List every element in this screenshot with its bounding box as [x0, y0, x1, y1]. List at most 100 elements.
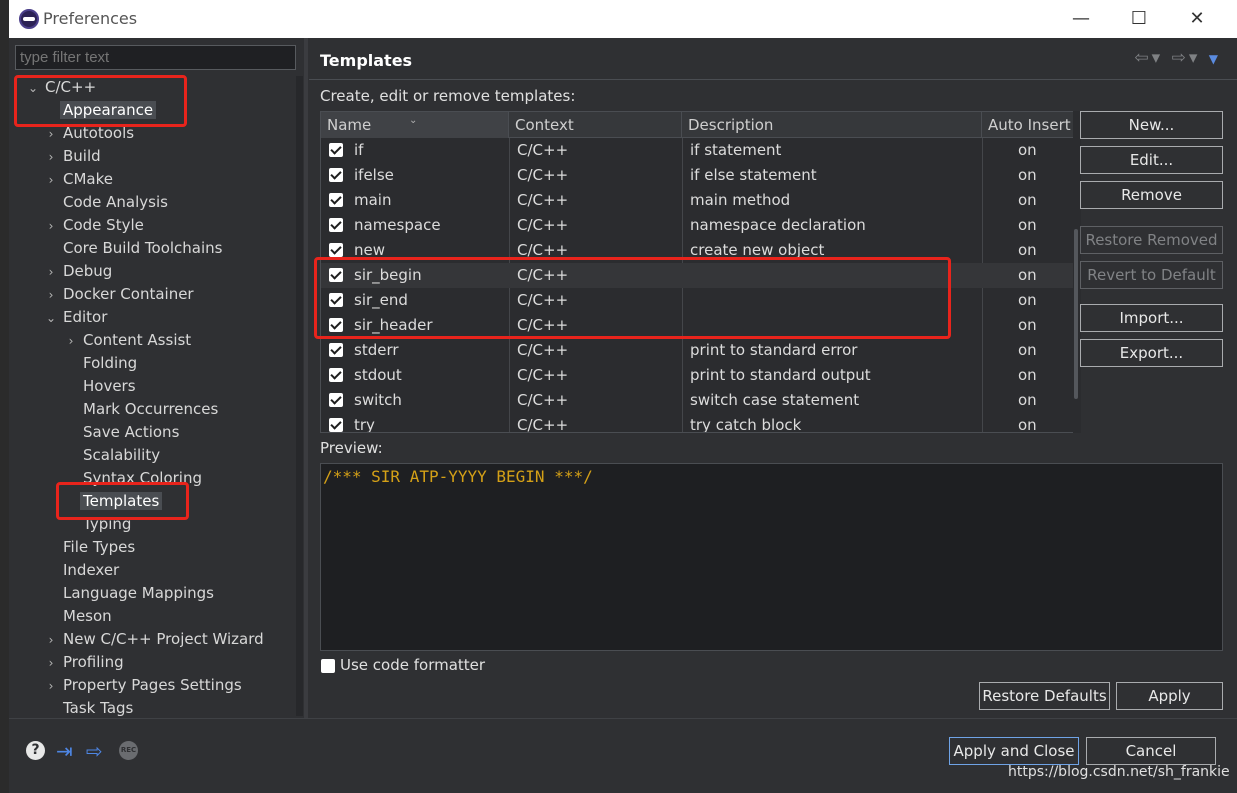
- table-row[interactable]: if C/C++ if statement on: [321, 138, 1073, 163]
- tree-item-cpp[interactable]: ⌄ C/C++: [24, 76, 99, 99]
- tree-item-cmake[interactable]: › CMake: [42, 168, 116, 191]
- chevron-right-icon[interactable]: ›: [42, 675, 60, 698]
- export-button[interactable]: Export...: [1080, 339, 1223, 367]
- minimize-button[interactable]: —: [1061, 6, 1101, 32]
- preview-pane[interactable]: /*** SIR ATP-YYYY BEGIN ***/: [320, 463, 1223, 651]
- record-icon[interactable]: REC: [119, 741, 138, 760]
- export-preferences-icon[interactable]: ⇨: [86, 741, 108, 761]
- tree-item-appearance[interactable]: Appearance: [60, 99, 157, 122]
- tree-item-profiling[interactable]: › Profiling: [42, 651, 127, 674]
- chevron-down-icon[interactable]: ⌄: [42, 307, 60, 330]
- tree-item-mark-occurrences[interactable]: Mark Occurrences: [80, 398, 221, 421]
- tree-item-code-analysis[interactable]: Code Analysis: [60, 191, 171, 214]
- tree-item-docker-container[interactable]: › Docker Container: [42, 283, 197, 306]
- edit-button[interactable]: Edit...: [1080, 146, 1223, 174]
- tree-item-templates[interactable]: Templates: [80, 490, 163, 513]
- enabled-checkbox[interactable]: [329, 293, 343, 307]
- chevron-right-icon[interactable]: ›: [42, 169, 60, 192]
- preferences-window: Preferences — ☐ ✕ ⌄C/C++ Appearance ›Aut…: [9, 0, 1237, 793]
- chevron-right-icon[interactable]: ›: [42, 146, 60, 169]
- tree-item-task-tags[interactable]: Task Tags: [60, 697, 136, 716]
- enabled-checkbox[interactable]: [329, 268, 343, 282]
- enabled-checkbox[interactable]: [329, 143, 343, 157]
- table-row[interactable]: stderr C/C++ print to standard error on: [321, 338, 1073, 363]
- tree-item-save-actions[interactable]: Save Actions: [80, 421, 182, 444]
- chevron-right-icon[interactable]: ›: [62, 330, 80, 353]
- chevron-right-icon[interactable]: ›: [42, 629, 60, 652]
- apply-button[interactable]: Apply: [1116, 682, 1223, 710]
- table-row[interactable]: new C/C++ create new object on: [321, 238, 1073, 263]
- tree-scrollbar[interactable]: [296, 76, 303, 716]
- chevron-right-icon[interactable]: ›: [42, 284, 60, 307]
- chevron-right-icon[interactable]: ›: [42, 215, 60, 238]
- table-scroll-thumb[interactable]: [1074, 229, 1078, 399]
- tree-item-build[interactable]: › Build: [42, 145, 104, 168]
- column-header-context[interactable]: Context: [509, 112, 682, 138]
- background-editor-strip: [0, 0, 9, 793]
- tree-item-autotools[interactable]: › Autotools: [42, 122, 137, 145]
- tree-item-language-mappings[interactable]: Language Mappings: [60, 582, 217, 605]
- filter-input[interactable]: [15, 45, 296, 70]
- tree-item-meson[interactable]: Meson: [60, 605, 115, 628]
- code-formatter-checkbox[interactable]: [321, 659, 335, 673]
- tree-item-file-types[interactable]: File Types: [60, 536, 138, 559]
- restore-removed-button[interactable]: Restore Removed: [1080, 226, 1223, 254]
- chevron-down-icon[interactable]: ⌄: [24, 77, 42, 100]
- table-row[interactable]: ifelse C/C++ if else statement on: [321, 163, 1073, 188]
- view-menu-icon[interactable]: ▼: [1209, 52, 1221, 66]
- cancel-button[interactable]: Cancel: [1086, 737, 1216, 765]
- column-header-auto-insert[interactable]: Auto Insert: [982, 112, 1073, 138]
- tree-item-syntax-coloring[interactable]: Syntax Coloring: [80, 467, 205, 490]
- remove-button[interactable]: Remove: [1080, 181, 1223, 209]
- panel-splitter[interactable]: [304, 38, 308, 718]
- new-button[interactable]: New...: [1080, 111, 1223, 139]
- code-formatter-label: Use code formatter: [340, 656, 486, 674]
- tree-item-code-style[interactable]: › Code Style: [42, 214, 147, 237]
- table-row[interactable]: main C/C++ main method on: [321, 188, 1073, 213]
- enabled-checkbox[interactable]: [329, 343, 343, 357]
- back-menu-icon[interactable]: ▾: [1152, 48, 1164, 68]
- table-row[interactable]: sir_end C/C++ on: [321, 288, 1073, 313]
- forward-menu-icon[interactable]: ▾: [1189, 48, 1201, 68]
- chevron-right-icon[interactable]: ›: [42, 123, 60, 146]
- table-row[interactable]: namespace C/C++ namespace declaration on: [321, 213, 1073, 238]
- tree-item-debug[interactable]: › Debug: [42, 260, 115, 283]
- tree-item-new-project-wizard[interactable]: › New C/C++ Project Wizard: [42, 628, 267, 651]
- enabled-checkbox[interactable]: [329, 168, 343, 182]
- enabled-checkbox[interactable]: [329, 243, 343, 257]
- restore-defaults-button[interactable]: Restore Defaults: [979, 682, 1110, 710]
- table-row[interactable]: sir_begin C/C++ on: [321, 263, 1073, 288]
- help-icon[interactable]: ?: [26, 741, 45, 760]
- revert-to-default-button[interactable]: Revert to Default: [1080, 261, 1223, 289]
- tree-item-editor[interactable]: ⌄ Editor: [42, 306, 110, 329]
- import-button[interactable]: Import...: [1080, 304, 1223, 332]
- enabled-checkbox[interactable]: [329, 193, 343, 207]
- column-header-description[interactable]: Description: [682, 112, 982, 138]
- enabled-checkbox[interactable]: [329, 418, 343, 432]
- close-button[interactable]: ✕: [1177, 6, 1217, 32]
- table-row[interactable]: sir_header C/C++ on: [321, 313, 1073, 338]
- enabled-checkbox[interactable]: [329, 218, 343, 232]
- tree-item-folding[interactable]: Folding: [80, 352, 140, 375]
- chevron-right-icon[interactable]: ›: [42, 652, 60, 675]
- import-preferences-icon[interactable]: ⇥: [56, 741, 78, 761]
- apply-and-close-button[interactable]: Apply and Close: [949, 737, 1079, 765]
- table-row[interactable]: switch C/C++ switch case statement on: [321, 388, 1073, 413]
- enabled-checkbox[interactable]: [329, 318, 343, 332]
- maximize-button[interactable]: ☐: [1119, 6, 1159, 32]
- column-header-name[interactable]: Name ⌄: [321, 112, 509, 138]
- tree-item-typing[interactable]: Typing: [80, 513, 134, 536]
- enabled-checkbox[interactable]: [329, 393, 343, 407]
- table-row[interactable]: stdout C/C++ print to standard output on: [321, 363, 1073, 388]
- chevron-right-icon[interactable]: ›: [42, 261, 60, 284]
- back-arrow-icon[interactable]: ⇦: [1134, 48, 1151, 68]
- enabled-checkbox[interactable]: [329, 368, 343, 382]
- tree-item-property-pages-settings[interactable]: › Property Pages Settings: [42, 674, 245, 697]
- table-row[interactable]: try C/C++ try catch block on: [321, 413, 1073, 432]
- tree-item-core-build-toolchains[interactable]: Core Build Toolchains: [60, 237, 225, 260]
- tree-item-indexer[interactable]: Indexer: [60, 559, 122, 582]
- tree-item-content-assist[interactable]: › Content Assist: [62, 329, 194, 352]
- forward-arrow-icon[interactable]: ⇨: [1172, 48, 1189, 68]
- tree-item-hovers[interactable]: Hovers: [80, 375, 139, 398]
- tree-item-scalability[interactable]: Scalability: [80, 444, 163, 467]
